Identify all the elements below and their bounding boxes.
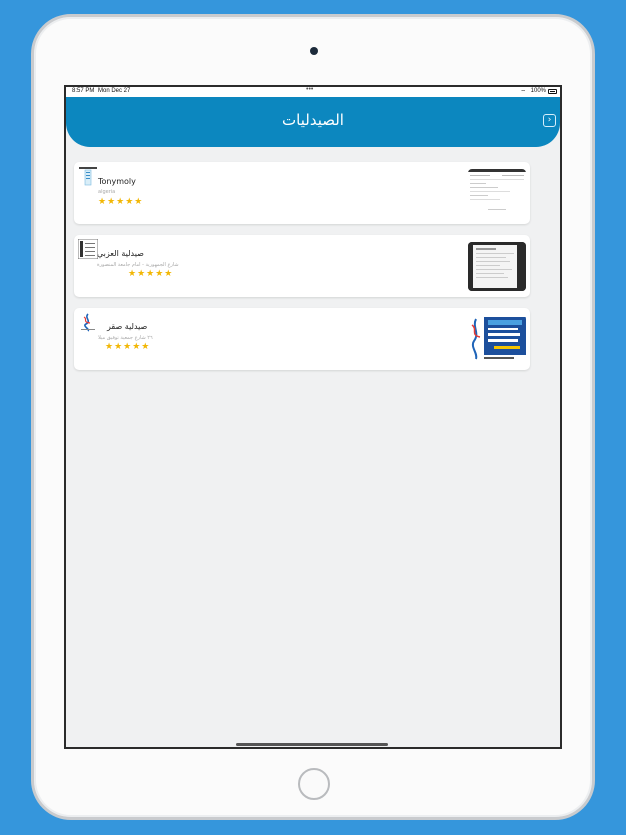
rating-stars: ★★★★★ <box>98 197 144 207</box>
back-button[interactable]: › <box>543 114 556 127</box>
pharmacy-name: Tonymoly <box>98 177 136 186</box>
multitask-dots[interactable]: ••• <box>306 87 313 93</box>
pharmacy-logo <box>77 238 99 260</box>
home-indicator[interactable] <box>236 743 388 746</box>
home-button[interactable] <box>298 768 330 800</box>
battery-icon <box>548 89 557 94</box>
rating-stars: ★★★★★ <box>128 269 174 279</box>
wifi-icon: ⌔ <box>520 90 526 96</box>
pharmacy-card[interactable]: صيدلية صقر ٢٦ شارع جمعية توفيق ميلا ★★★★… <box>74 308 530 370</box>
status-bar: 8:57 PM Mon Dec 27 ••• ⌔ 100% <box>66 87 560 97</box>
pharmacy-image[interactable] <box>468 242 526 291</box>
app-screen: 8:57 PM Mon Dec 27 ••• ⌔ 100% الصيدليات … <box>64 85 562 749</box>
battery-percent: 100% <box>530 88 546 94</box>
pharmacy-address: ٢٦ شارع جمعية توفيق ميلا <box>98 335 153 341</box>
pharmacy-logo <box>78 166 98 186</box>
pharmacy-address: شارع الجمهورية - امام جامعة المنصورة <box>97 262 179 268</box>
pharmacy-image[interactable] <box>468 315 526 364</box>
rating-stars: ★★★★★ <box>105 342 151 352</box>
status-date: Mon Dec 27 <box>98 88 131 94</box>
pharmacy-name: صيدلية صقر <box>107 322 148 331</box>
status-time: 8:57 PM <box>72 88 95 94</box>
pharmacy-address: algeria <box>98 189 116 195</box>
pharmacy-name: صيدلية العزبي <box>97 249 144 258</box>
pharmacy-card[interactable]: Tonymoly algeria ★★★★★ <box>74 162 530 224</box>
pharmacy-logo <box>78 312 98 332</box>
pharmacy-image[interactable] <box>468 169 526 218</box>
page-title: الصيدليات <box>282 111 344 129</box>
app-header: الصيدليات › <box>66 97 560 147</box>
camera-dot <box>310 47 318 55</box>
pharmacy-card[interactable]: صيدلية العزبي شارع الجمهورية - امام جامع… <box>74 235 530 297</box>
